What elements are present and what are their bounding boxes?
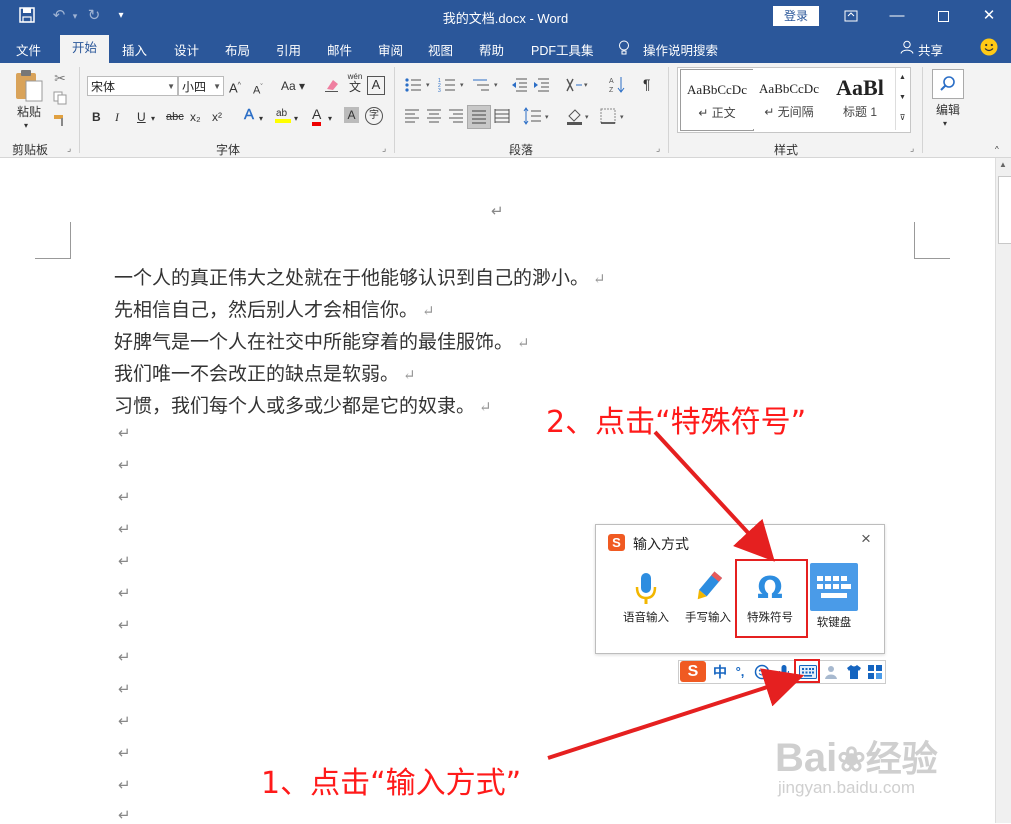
- step-2-annotation: 2、点击“特殊符号”: [546, 405, 807, 440]
- arrow-to-special-symbols: [653, 430, 775, 562]
- annotation-arrows: [547, 430, 805, 760]
- step-1-annotation: 1、点击“输入方式”: [261, 766, 522, 801]
- arrow-to-input-mode: [547, 668, 805, 760]
